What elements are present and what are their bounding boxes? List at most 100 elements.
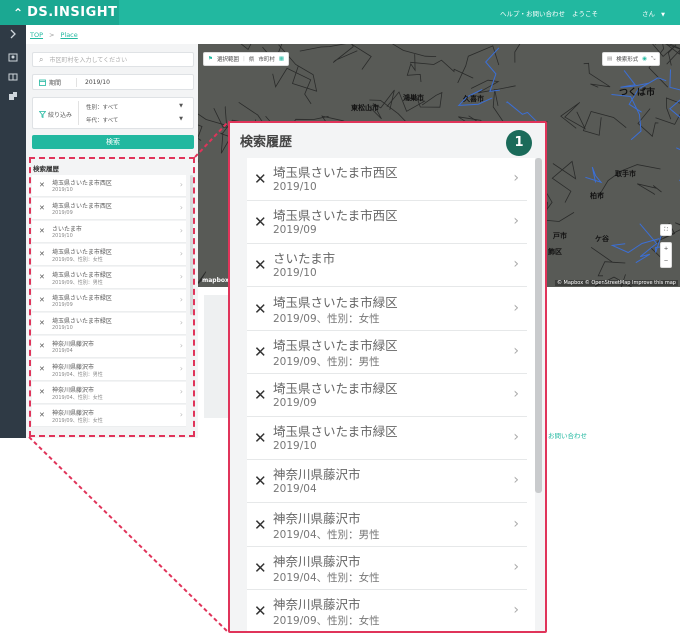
user-name: さん: [642, 10, 655, 18]
logo-text: DS.INSIGHT: [27, 5, 118, 20]
history-item-sub: 2019/09、性別：女性: [273, 615, 380, 627]
period-label: 期間: [39, 77, 77, 87]
history-item[interactable]: ✕ 神奈川県藤沢市 2019/04 ›: [247, 460, 527, 504]
map-city-label: 飾区: [548, 248, 562, 256]
search-icon: ⌕: [39, 54, 44, 64]
city-button[interactable]: 市町村: [258, 55, 275, 63]
history-item-sub: 2019/09: [273, 397, 317, 409]
callout-scrollbar[interactable]: [535, 158, 542, 493]
remove-icon[interactable]: ✕: [254, 559, 267, 577]
logo[interactable]: ⌃ DS.INSIGHT: [0, 0, 119, 25]
remove-icon[interactable]: ✕: [254, 343, 267, 361]
remove-icon[interactable]: ✕: [254, 516, 267, 534]
history-item-title: 埼玉県さいたま市西区: [273, 208, 398, 224]
highlight-frame: [29, 157, 195, 437]
chevron-down-icon: ▼: [661, 12, 665, 18]
history-item-title: さいたま市: [273, 251, 336, 267]
place-nav-icon[interactable]: [7, 53, 19, 65]
history-item-title: 埼玉県さいたま市緑区: [273, 337, 398, 353]
history-item-sub: 2019/10: [273, 267, 317, 280]
chevron-right-icon: ›: [513, 386, 519, 402]
data-nav-icon[interactable]: [7, 91, 19, 103]
help-link[interactable]: ヘルプ・お問い合わせ: [500, 8, 565, 18]
history-item-sub: 2019/09、性別：女性: [273, 312, 380, 325]
fullscreen-icon[interactable]: ⛶: [660, 224, 672, 236]
selection-range-button[interactable]: 選択範囲: [217, 55, 239, 63]
welcome-text: ようこそ: [572, 10, 598, 18]
history-item[interactable]: ✕ 神奈川県藤沢市 2019/04、性別：女性 ›: [247, 546, 527, 590]
map-mode-toolbar: ⚑ 選択範囲 | 県 市町村 ▦: [203, 52, 290, 66]
remove-icon[interactable]: ✕: [254, 386, 267, 404]
filter-divider: [78, 101, 79, 125]
contact-link[interactable]: お問い合わせ: [548, 430, 587, 440]
history-item[interactable]: ✕ 埼玉県さいたま市緑区 2019/10 ›: [247, 417, 527, 461]
remove-icon[interactable]: ✕: [254, 472, 267, 490]
search-button[interactable]: 検索: [32, 135, 194, 149]
person-pin-icon: ⚑: [208, 56, 213, 62]
map-city-label: 東松山市: [351, 104, 379, 112]
map-city-label: つくば市: [619, 88, 656, 98]
user-menu[interactable]: さん ▼: [642, 8, 665, 18]
breadcrumb-top[interactable]: TOP: [30, 31, 43, 39]
remove-icon[interactable]: ✕: [254, 429, 267, 447]
history-item[interactable]: ✕ 埼玉県さいたま市西区 2019/10 ›: [247, 158, 527, 201]
city-search-input[interactable]: ⌕ 市区町村を入力してください: [32, 52, 194, 67]
breadcrumb-separator: >: [49, 31, 55, 39]
history-item[interactable]: ✕ 神奈川県藤沢市 2019/04、性別：男性 ›: [247, 503, 527, 547]
collapse-icon[interactable]: ⤡: [651, 56, 655, 63]
age-select[interactable]: 年代：すべて: [86, 116, 118, 124]
period-value: 2019/10: [85, 78, 110, 86]
remove-icon[interactable]: ✕: [254, 256, 267, 274]
history-item[interactable]: ✕ 埼玉県さいたま市緑区 2019/09、性別：女性 ›: [247, 287, 527, 331]
chevron-right-icon: ›: [513, 558, 519, 575]
grid-icon[interactable]: ▦: [279, 56, 284, 62]
history-item-sub: 2019/09: [273, 224, 317, 237]
remove-icon[interactable]: ✕: [254, 213, 267, 231]
search-format-button[interactable]: 検索形式: [616, 55, 638, 63]
zoom-in-icon[interactable]: +: [664, 246, 669, 252]
period-field[interactable]: 期間 2019/10: [32, 74, 194, 90]
callout-history-list: ✕ 埼玉県さいたま市西区 2019/10 › ✕ 埼玉県さいたま市西区 2019/09 › ✕ さ…: [247, 158, 542, 631]
age-caret-icon[interactable]: ▼: [179, 116, 183, 122]
prefecture-button[interactable]: 県: [249, 55, 255, 63]
history-item[interactable]: ✕ 埼玉県さいたま市緑区 2019/09 ›: [247, 374, 527, 417]
chevron-right-icon: ›: [513, 472, 519, 489]
history-item[interactable]: ✕ さいたま市 2019/10 ›: [247, 244, 527, 288]
mapbox-logo[interactable]: mapbox: [202, 277, 229, 284]
map-attribution[interactable]: © Mapbox © OpenStreetMap Improve this ma…: [554, 280, 678, 286]
chevron-right-icon: ›: [513, 299, 519, 316]
remove-icon[interactable]: ✕: [254, 170, 267, 188]
gender-caret-icon[interactable]: ▼: [179, 103, 183, 109]
chevron-right-icon: ›: [513, 515, 519, 532]
map-city-label: 戸市: [553, 232, 567, 240]
history-item-sub: 2019/04、性別：女性: [273, 571, 380, 584]
history-item-title: 埼玉県さいたま市緑区: [273, 424, 398, 440]
chevron-right-icon: ›: [513, 256, 519, 273]
expand-nav-icon[interactable]: [7, 29, 19, 41]
history-item-title: 埼玉県さいたま市西区: [273, 165, 398, 180]
remove-icon[interactable]: ✕: [254, 602, 267, 620]
history-item-title: 神奈川県藤沢市: [273, 553, 361, 569]
breadcrumb-current[interactable]: Place: [60, 31, 77, 39]
filter-icon: [38, 111, 47, 119]
chevron-right-icon: ›: [513, 602, 519, 618]
chevron-right-icon: ›: [513, 213, 519, 230]
remove-icon[interactable]: ✕: [254, 300, 267, 318]
history-item[interactable]: ✕ 埼玉県さいたま市緑区 2019/09、性別：男性 ›: [247, 330, 527, 374]
map-city-label: 久喜市: [463, 95, 484, 103]
history-item-sub: 2019/04: [273, 483, 317, 496]
history-item[interactable]: ✕ 神奈川県藤沢市 2019/09、性別：女性 ›: [247, 590, 527, 631]
zoom-out-icon[interactable]: −: [664, 258, 669, 264]
history-item-title: 埼玉県さいたま市緑区: [273, 381, 398, 396]
gender-select[interactable]: 性別：すべて: [86, 103, 118, 111]
step-badge: 1: [506, 130, 532, 156]
history-item-sub: 2019/04、性別：男性: [273, 528, 380, 541]
pin-icon[interactable]: ◉: [642, 56, 647, 62]
zoom-controls: + −: [660, 242, 672, 268]
map-city-label: 取手市: [615, 170, 636, 178]
chevron-right-icon: ›: [513, 429, 519, 446]
history-item-sub: 2019/10: [273, 440, 317, 453]
book-nav-icon[interactable]: [7, 72, 19, 84]
history-item-sub: 2019/10: [273, 181, 317, 193]
history-item[interactable]: ✕ 埼玉県さいたま市西区 2019/09 ›: [247, 201, 527, 245]
